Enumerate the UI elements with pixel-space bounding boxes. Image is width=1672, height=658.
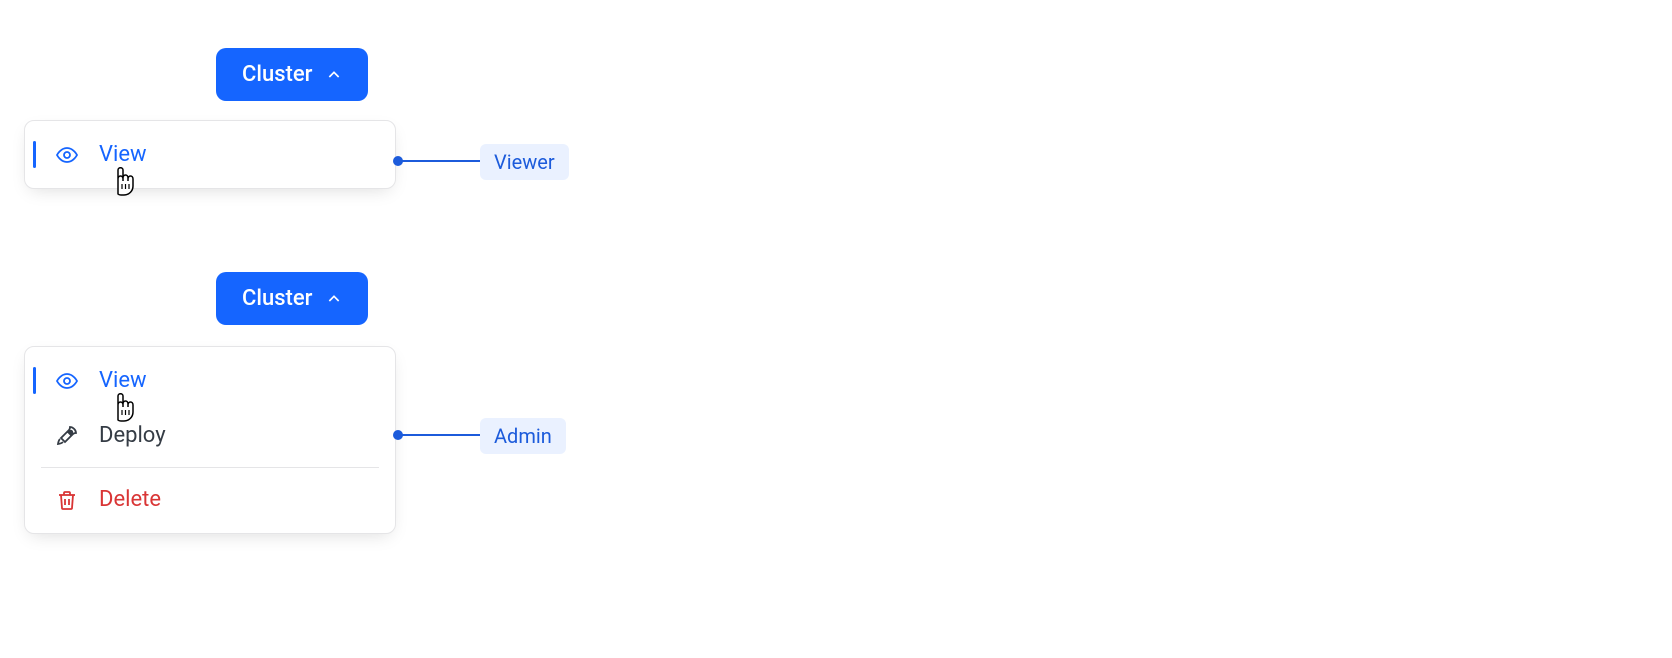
eye-icon bbox=[55, 143, 79, 167]
role-label-admin: Admin bbox=[480, 418, 566, 454]
rocket-icon bbox=[55, 424, 79, 448]
connector-line bbox=[398, 160, 480, 162]
trash-icon bbox=[55, 488, 79, 512]
chevron-up-icon bbox=[326, 67, 342, 83]
menu-item-deploy[interactable]: Deploy bbox=[25, 408, 395, 463]
cluster-dropdown-button[interactable]: Cluster bbox=[216, 48, 368, 101]
menu-divider bbox=[41, 467, 379, 468]
eye-icon bbox=[55, 369, 79, 393]
menu-item-view[interactable]: View bbox=[25, 353, 395, 408]
menu-item-label: Delete bbox=[99, 487, 161, 512]
cluster-dropdown-panel: View Deploy Delete bbox=[24, 346, 396, 534]
role-label-text: Viewer bbox=[494, 150, 555, 174]
menu-item-delete[interactable]: Delete bbox=[25, 472, 395, 527]
chevron-up-icon bbox=[326, 291, 342, 307]
cluster-dropdown-button[interactable]: Cluster bbox=[216, 272, 368, 325]
role-label-viewer: Viewer bbox=[480, 144, 569, 180]
cluster-button-label: Cluster bbox=[242, 286, 312, 311]
menu-item-label: View bbox=[99, 142, 147, 167]
role-label-text: Admin bbox=[494, 424, 552, 448]
connector-line bbox=[398, 434, 480, 436]
menu-item-view[interactable]: View bbox=[25, 127, 395, 182]
cluster-button-label: Cluster bbox=[242, 62, 312, 87]
cluster-dropdown-panel: View bbox=[24, 120, 396, 189]
menu-item-label: Deploy bbox=[99, 423, 166, 448]
menu-item-label: View bbox=[99, 368, 147, 393]
